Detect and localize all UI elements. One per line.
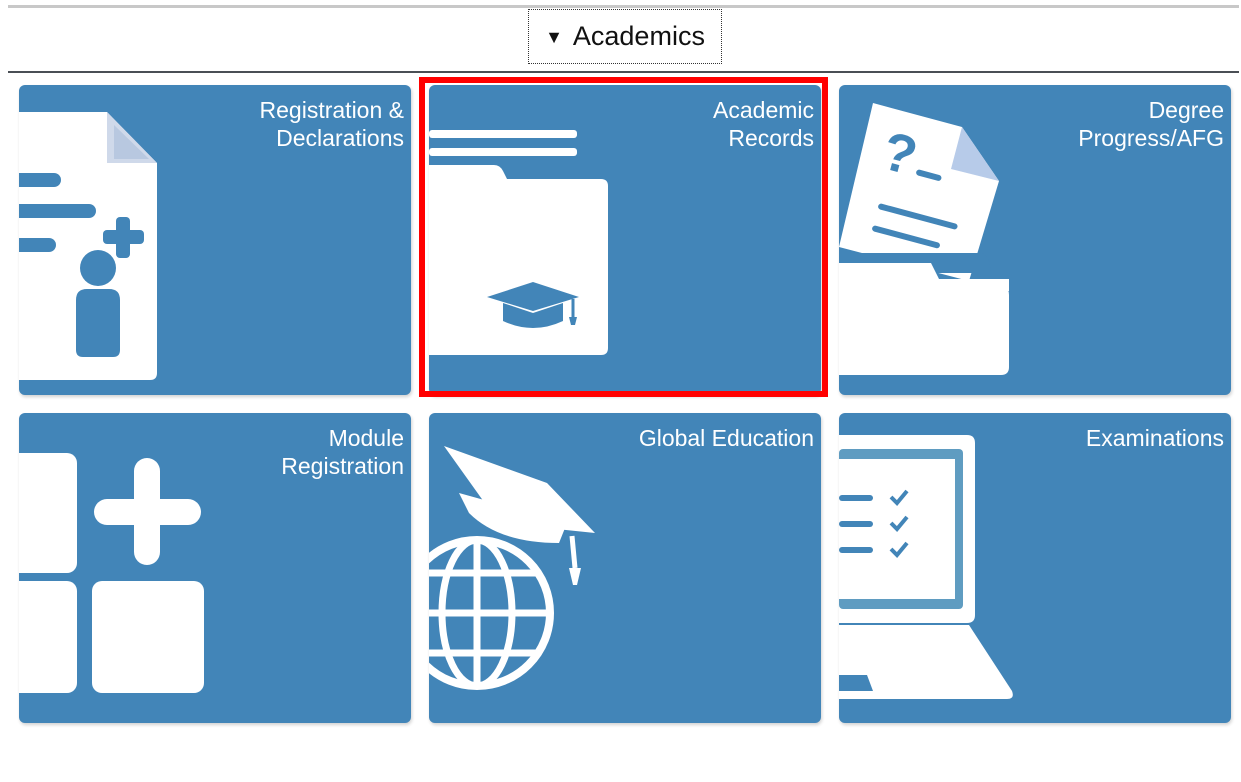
tile-label: Registration & Declarations — [259, 97, 404, 151]
tile-module-registration[interactable]: Module Registration — [19, 413, 411, 723]
tile-registration-declarations[interactable]: Registration & Declarations — [19, 85, 411, 395]
academics-section-toggle[interactable]: ▼ Academics — [528, 9, 722, 64]
tile-degree-progress-afg[interactable]: ? Degree Progress/AFG — [839, 85, 1231, 395]
caret-down-icon: ▼ — [545, 26, 563, 47]
section-title: Academics — [572, 21, 705, 51]
tile-academic-records[interactable]: Academic Records — [429, 85, 821, 395]
section-divider — [8, 71, 1239, 73]
tile-label: Global Education — [638, 425, 814, 451]
tile-label: Degree Progress/AFG — [1078, 97, 1224, 151]
tile-examinations[interactable]: Examinations — [839, 413, 1231, 723]
tile-global-education[interactable]: Global Education — [429, 413, 821, 723]
globe-graduation-cap-icon — [429, 446, 595, 690]
tile-label: Examinations — [1085, 425, 1224, 451]
tile-label: Module Registration — [281, 425, 404, 479]
laptop-checklist-icon — [839, 435, 1013, 699]
top-divider — [8, 5, 1239, 8]
tile-label: Academic Records — [713, 97, 814, 151]
